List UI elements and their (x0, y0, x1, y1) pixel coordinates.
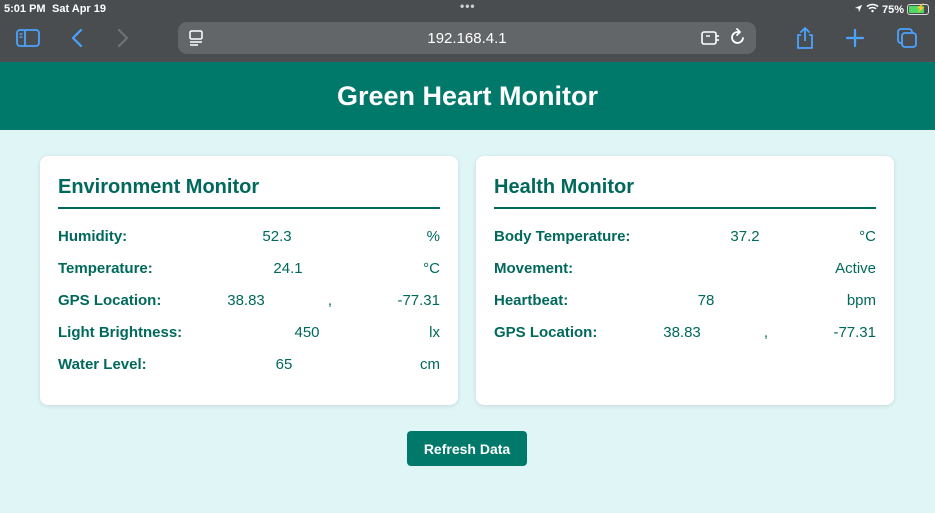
heartbeat-row: Heartbeat: 78 bpm (494, 292, 876, 312)
card-title: Health Monitor (494, 176, 634, 198)
gps-row: GPS Location: 38.83 , -77.31 (494, 324, 876, 344)
humidity-value: 52.3 (262, 228, 292, 245)
light-unit: lx (429, 324, 440, 341)
gps-label: GPS Location: (58, 292, 162, 309)
page-title: Green Heart Monitor (336, 80, 599, 111)
wifi-icon (866, 3, 879, 16)
card-title: Environment Monitor (58, 176, 260, 198)
humidity-label: Humidity: (58, 228, 128, 245)
back-icon[interactable] (64, 26, 90, 50)
temperature-row: Temperature: 24.1 °C (58, 260, 440, 280)
battery-icon: ⚡ (907, 3, 929, 15)
water-level-row: Water Level: 65 cm (58, 356, 440, 376)
gps-row: GPS Location: 38.83 , -77.31 (58, 292, 440, 312)
status-bar: 5:01 PM Sat Apr 19 ••• 75% ⚡ (4, 0, 929, 17)
body-temperature-label: Body Temperature: (494, 228, 631, 245)
url-text: 192.168.4.1 (427, 30, 507, 47)
health-monitor-card: Health Monitor Body Temperature: 37.2 °C… (476, 156, 894, 405)
light-row: Light Brightness: 450 lx (58, 324, 440, 344)
light-value: 450 (294, 324, 320, 341)
movement-value: Active (835, 260, 876, 277)
new-tab-icon[interactable] (842, 26, 868, 50)
divider (58, 207, 440, 209)
body-temperature-row: Body Temperature: 37.2 °C (494, 228, 876, 248)
status-date: Sat Apr 19 (52, 3, 107, 15)
water-level-unit: cm (420, 356, 440, 373)
heartbeat-unit: bpm (846, 292, 876, 309)
browser-chrome: 5:01 PM Sat Apr 19 ••• 75% ⚡ 192.168.4.1 (0, 0, 935, 62)
temperature-value: 24.1 (273, 260, 303, 277)
reload-icon[interactable] (730, 28, 746, 51)
gps-longitude: -77.31 (833, 324, 876, 341)
temperature-unit: °C (423, 260, 440, 277)
humidity-unit: % (426, 228, 440, 245)
heartbeat-label: Heartbeat: (494, 292, 569, 309)
refresh-data-button[interactable]: Refresh Data (407, 431, 527, 466)
body-temperature-unit: °C (859, 228, 876, 245)
forward-icon[interactable] (110, 26, 136, 50)
temperature-label: Temperature: (58, 260, 153, 277)
status-right: 75% ⚡ (854, 3, 929, 16)
water-level-label: Water Level: (58, 356, 147, 373)
body-temperature-value: 37.2 (730, 228, 760, 245)
gps-label: GPS Location: (494, 324, 598, 341)
light-label: Light Brightness: (58, 324, 183, 341)
gps-longitude: -77.31 (397, 292, 440, 309)
location-arrow-icon (854, 4, 863, 16)
gps-separator: , (763, 324, 769, 341)
divider (494, 207, 876, 209)
heartbeat-value: 78 (697, 292, 715, 309)
multitask-dots-icon[interactable]: ••• (460, 0, 476, 13)
humidity-row: Humidity: 52.3 % (58, 228, 440, 248)
extension-icon[interactable] (700, 29, 720, 52)
environment-monitor-card: Environment Monitor Humidity: 52.3 % Tem… (40, 156, 458, 405)
gps-latitude: 38.83 (663, 324, 701, 341)
page-header: Green Heart Monitor (0, 62, 935, 130)
movement-label: Movement: (494, 260, 574, 277)
tabs-overview-icon[interactable] (894, 26, 920, 50)
status-time: 5:01 PM (4, 3, 46, 15)
movement-row: Movement: Active (494, 260, 876, 280)
address-bar[interactable]: 192.168.4.1 (178, 22, 756, 54)
share-icon[interactable] (792, 26, 818, 50)
gps-separator: , (327, 292, 333, 309)
water-level-value: 65 (275, 356, 293, 373)
gps-latitude: 38.83 (227, 292, 265, 309)
battery-percent: 75% (881, 3, 904, 16)
sidebar-icon[interactable] (15, 26, 41, 50)
